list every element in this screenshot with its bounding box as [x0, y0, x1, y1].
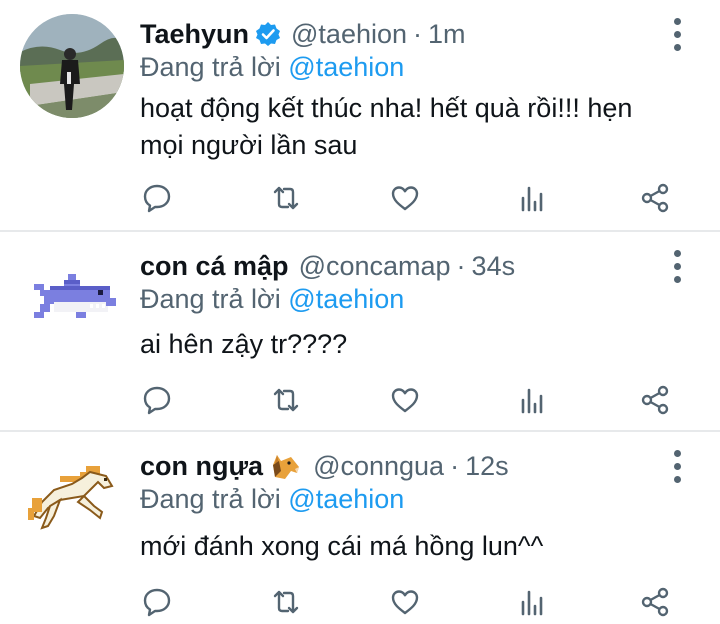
replying-to-label: Đang trả lời	[140, 52, 281, 82]
reply-icon[interactable]	[137, 178, 177, 218]
tweet-3[interactable]: con ngựa @conngua · 12s Đang trả lời @ta…	[0, 432, 720, 624]
analytics-icon[interactable]	[511, 380, 551, 420]
tweet-1[interactable]: Taehyun @taehion · 1m Đang trả lời @taeh…	[0, 0, 720, 230]
display-name[interactable]: Taehyun	[140, 19, 249, 50]
handle[interactable]: @concamap	[299, 251, 451, 282]
more-options-icon[interactable]	[668, 250, 688, 284]
analytics-icon[interactable]	[511, 178, 551, 218]
retweet-icon[interactable]	[266, 582, 306, 622]
action-bar	[0, 178, 720, 218]
more-options-icon[interactable]	[668, 18, 688, 52]
replying-to: Đang trả lời @taehion	[140, 484, 404, 515]
replying-to-label: Đang trả lời	[140, 284, 281, 314]
replying-to: Đang trả lời @taehion	[140, 284, 404, 315]
retweet-icon[interactable]	[266, 380, 306, 420]
separator-dot: ·	[450, 450, 460, 481]
separator-dot: ·	[413, 18, 423, 49]
action-bar	[0, 380, 720, 420]
reply-icon[interactable]	[137, 582, 177, 622]
more-options-icon[interactable]	[668, 450, 688, 484]
tweet-text: ai hên zậy tr????	[140, 326, 680, 363]
separator-dot: ·	[456, 250, 466, 281]
mention-link[interactable]: @taehion	[288, 484, 404, 514]
display-name[interactable]: con cá mập	[140, 251, 289, 282]
timestamp[interactable]: 34s	[472, 251, 516, 282]
share-icon[interactable]	[635, 582, 675, 622]
analytics-icon[interactable]	[511, 582, 551, 622]
action-bar	[0, 582, 720, 622]
tweet-text-line: hoạt động kết thúc nha! hết quà rồi!!! h…	[140, 93, 633, 123]
share-icon[interactable]	[635, 380, 675, 420]
tweet-header: con cá mập @concamap · 34s	[140, 246, 515, 286]
verified-badge-icon	[255, 21, 281, 47]
tweet-text-line: mọi người lần sau	[140, 130, 358, 160]
mention-link[interactable]: @taehion	[288, 52, 404, 82]
replying-to: Đang trả lời @taehion	[140, 52, 404, 83]
tweet-text-line: mới đánh xong cái má hồng lun^^	[140, 531, 544, 561]
like-icon[interactable]	[385, 178, 425, 218]
share-icon[interactable]	[635, 178, 675, 218]
like-icon[interactable]	[385, 582, 425, 622]
replying-to-label: Đang trả lời	[140, 484, 281, 514]
avatar[interactable]	[20, 446, 124, 550]
avatar[interactable]	[20, 246, 124, 350]
tweet-header: Taehyun @taehion · 1m	[140, 14, 466, 54]
like-icon[interactable]	[385, 380, 425, 420]
horse-face-emoji-icon	[269, 451, 303, 481]
timestamp[interactable]: 12s	[465, 451, 509, 482]
tweet-text-line: ai hên zậy tr????	[140, 329, 348, 359]
display-name[interactable]: con ngựa	[140, 451, 263, 482]
reply-icon[interactable]	[137, 380, 177, 420]
tweet-2[interactable]: con cá mập @concamap · 34s Đang trả lời …	[0, 232, 720, 430]
timestamp[interactable]: 1m	[428, 19, 466, 50]
retweet-icon[interactable]	[266, 178, 306, 218]
mention-link[interactable]: @taehion	[288, 284, 404, 314]
tweet-text: mới đánh xong cái má hồng lun^^	[140, 528, 680, 565]
avatar[interactable]	[20, 14, 124, 118]
tweet-header: con ngựa @conngua · 12s	[140, 446, 509, 486]
tweet-text: hoạt động kết thúc nha! hết quà rồi!!! h…	[140, 90, 680, 164]
handle[interactable]: @taehion	[291, 19, 407, 50]
handle[interactable]: @conngua	[313, 451, 444, 482]
